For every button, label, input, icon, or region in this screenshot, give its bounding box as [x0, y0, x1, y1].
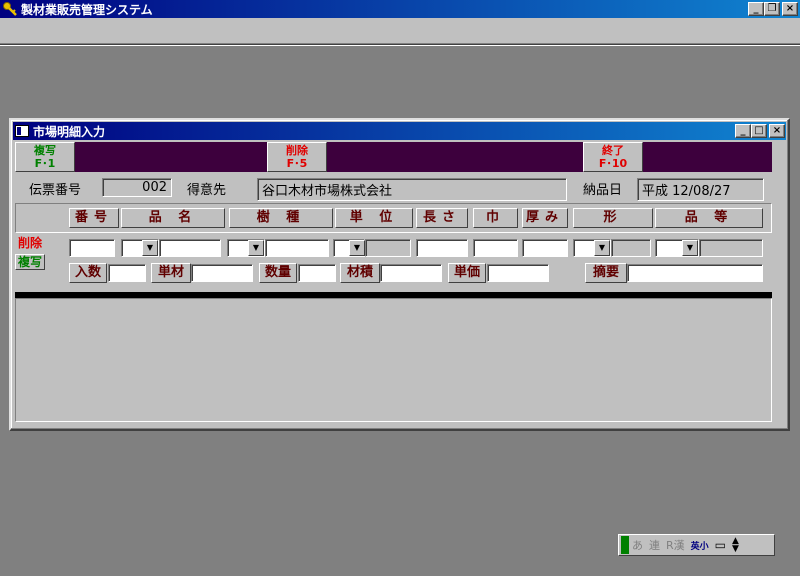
restore-button[interactable]: ❐: [764, 2, 780, 16]
col-unit: 単 位: [335, 208, 413, 228]
customer-value: 谷口木材市場株式会社: [257, 178, 567, 201]
exit-f10-button[interactable]: 終了 F･10: [583, 142, 643, 172]
product-dropdown-icon[interactable]: ▼: [142, 240, 158, 256]
app-titlebar: 製材業販売管理システム: [0, 0, 800, 18]
ime-scroll-icon[interactable]: ▲ ▼: [729, 537, 742, 554]
irisu-label: 入数: [69, 263, 107, 283]
close-button[interactable]: ×: [782, 2, 798, 16]
copy-f1-key: F･1: [34, 157, 56, 170]
col-width: 巾: [473, 208, 518, 228]
irisu-input[interactable]: [108, 264, 146, 282]
suryo-label: 数量: [259, 263, 297, 283]
length-input[interactable]: [416, 239, 468, 257]
child-close-button[interactable]: ×: [769, 124, 785, 138]
number-input[interactable]: [69, 239, 115, 257]
market-detail-window: 市場明細入力 _ □ × 複写 F･1 削除 F･5 終了 F･10 伝票番号 …: [9, 118, 790, 431]
species-dropdown-icon[interactable]: ▼: [248, 240, 264, 256]
minimize-button[interactable]: _: [748, 2, 764, 16]
product-name-input[interactable]: [159, 239, 221, 257]
child-title: 市場明細入力: [33, 124, 106, 139]
child-minimize-button[interactable]: _: [735, 124, 751, 138]
ime-kanji[interactable]: R漢: [663, 537, 688, 553]
tanzai-label: 単材: [151, 263, 191, 283]
copy-f1-label: 複写: [34, 144, 56, 157]
grade-dropdown-icon[interactable]: ▼: [682, 240, 698, 256]
key-icon: [2, 1, 18, 17]
tanka-label: 単価: [448, 263, 486, 283]
col-number: 番号: [69, 208, 119, 228]
slip-number-value: 002: [102, 178, 172, 197]
grade-name-display: [699, 239, 763, 257]
tekiyo-label: 摘要: [585, 263, 627, 283]
unit-name-display: [365, 239, 411, 257]
unit-dropdown-icon[interactable]: ▼: [349, 240, 365, 256]
copy-f1-button[interactable]: 複写 F･1: [15, 142, 75, 172]
ime-ren[interactable]: 連: [646, 537, 663, 553]
child-maximize-button[interactable]: □: [751, 124, 767, 138]
delete-f5-label: 削除: [286, 144, 308, 157]
ime-pad-icon[interactable]: ▭: [712, 538, 729, 552]
tanka-input[interactable]: [487, 264, 549, 282]
delivery-date-label: 納品日: [583, 183, 623, 198]
child-titlebar: 市場明細入力: [13, 122, 786, 140]
row-delete-button[interactable]: 削除: [15, 236, 45, 252]
col-length: 長さ: [416, 208, 468, 228]
ime-grip-icon[interactable]: [621, 536, 629, 554]
app-title: 製材業販売管理システム: [21, 2, 153, 17]
suryo-input[interactable]: [298, 264, 336, 282]
delete-f5-button[interactable]: 削除 F･5: [267, 142, 327, 172]
col-species: 樹 種: [229, 208, 333, 228]
ime-hiragana[interactable]: あ: [629, 537, 646, 553]
detail-list-area: [15, 298, 772, 422]
function-key-bar: 複写 F･1 削除 F･5 終了 F･10: [15, 142, 772, 172]
col-thickness: 厚み: [522, 208, 568, 228]
zaiseki-input[interactable]: [380, 264, 442, 282]
shape-dropdown-icon[interactable]: ▼: [594, 240, 610, 256]
thickness-input[interactable]: [522, 239, 568, 257]
exit-f10-label: 終了: [602, 144, 624, 157]
tekiyo-input[interactable]: [627, 264, 763, 282]
exit-f10-key: F･10: [598, 157, 628, 170]
species-name-input[interactable]: [265, 239, 329, 257]
delivery-date-value: 平成 12/08/27: [637, 178, 764, 201]
ime-eishou[interactable]: 英小: [688, 539, 712, 552]
delete-f5-key: F･5: [286, 157, 308, 170]
width-input[interactable]: [473, 239, 518, 257]
zaiseki-label: 材積: [340, 263, 380, 283]
menubar: [0, 18, 800, 44]
customer-label: 得意先: [187, 183, 227, 198]
form-icon: [15, 125, 29, 137]
shape-name-display: [611, 239, 651, 257]
tanzai-input[interactable]: [191, 264, 253, 282]
ime-toolbar: あ 連 R漢 英小 ▭ ▲ ▼: [618, 534, 775, 556]
col-product-name: 品 名: [121, 208, 225, 228]
col-grade: 品 等: [655, 208, 763, 228]
slip-number-label: 伝票番号: [29, 183, 82, 198]
row-copy-button[interactable]: 複写: [15, 254, 45, 270]
client-edge: [0, 44, 800, 46]
col-shape: 形: [573, 208, 653, 228]
